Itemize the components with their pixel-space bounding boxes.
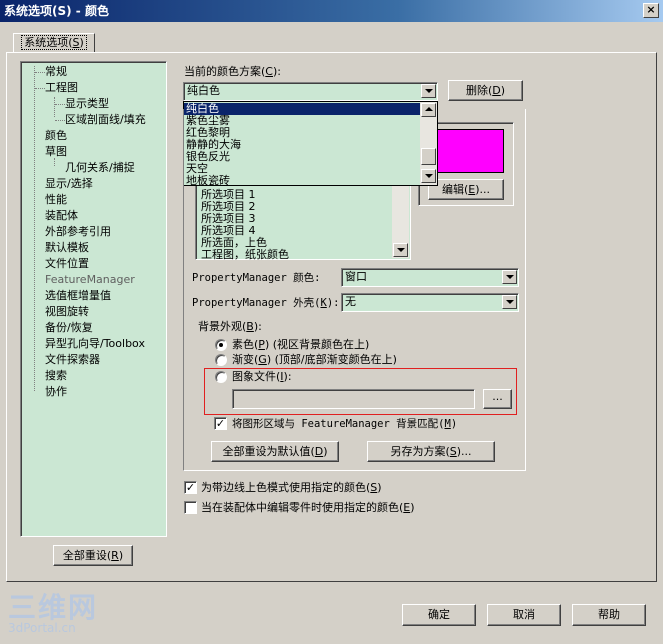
scheme-hotkey: C xyxy=(265,65,273,78)
close-button[interactable]: × xyxy=(643,3,659,18)
help-button[interactable]: 帮助 xyxy=(572,604,646,626)
assembly-edit-hotkey: E xyxy=(403,501,411,514)
tree-item-performance[interactable]: 性能 xyxy=(45,192,67,207)
scheme-label: 当前的颜色方案(C): xyxy=(184,65,281,78)
tab-label: 系统选项 xyxy=(24,36,69,49)
scheme-value: 纯白色 xyxy=(187,84,220,97)
color-group-frame xyxy=(183,109,526,471)
tree-item-relations-snaps[interactable]: 几何关系/捕捉 xyxy=(65,160,135,175)
delete-label: 删除 xyxy=(465,84,488,97)
edge-color-text: 为带边线上色模式使用指定的颜色 xyxy=(201,481,366,494)
tree-item-general[interactable]: 常规 xyxy=(45,64,67,79)
title-bar: 系统选项(S) - 颜色 xyxy=(0,0,663,22)
window-title: 系统选项(S) - 颜色 xyxy=(4,4,109,18)
watermark-logo: 三维网 3dPortal.cn xyxy=(8,594,98,635)
tree-item-external-references[interactable]: 外部参考引用 xyxy=(45,224,111,239)
tree-item-assemblies[interactable]: 装配体 xyxy=(45,208,78,223)
tab-system-options[interactable]: 系统选项(S) xyxy=(13,33,95,53)
ok-button[interactable]: 确定 xyxy=(402,604,476,626)
tree-item-collaboration[interactable]: 协作 xyxy=(45,384,67,399)
watermark-big: 三维网 xyxy=(8,591,99,624)
tree-item-hole-wizard-toolbox[interactable]: 异型孔向导/Toolbox xyxy=(45,336,145,351)
tree-item-colors[interactable]: 颜色 xyxy=(45,128,67,143)
tree-item-file-locations[interactable]: 文件位置 xyxy=(45,256,89,271)
tree-item-sketch[interactable]: 草图 xyxy=(45,144,67,159)
tree-item-default-templates[interactable]: 默认模板 xyxy=(45,240,89,255)
tree-item-display-type[interactable]: 显示类型 xyxy=(65,96,109,111)
delete-hotkey: D xyxy=(492,84,501,97)
scheme-combo[interactable]: 纯白色 xyxy=(183,82,438,101)
cancel-button[interactable]: 取消 xyxy=(487,604,561,626)
tree-item-spin-box-increments[interactable]: 选值框增量值 xyxy=(45,288,111,303)
tree-item-featuremanager[interactable]: FeatureManager xyxy=(45,272,135,287)
assembly-edit-checkbox[interactable] xyxy=(184,501,197,514)
reset-all-hotkey: R xyxy=(111,549,119,562)
chevron-down-icon[interactable] xyxy=(421,84,436,98)
tree-item-display-selection[interactable]: 显示/选择 xyxy=(45,176,93,191)
edge-color-hotkey: S xyxy=(370,481,378,494)
tree-item-view-rotation[interactable]: 视图旋转 xyxy=(45,304,89,319)
tree-item-file-explorer[interactable]: 文件探索器 xyxy=(45,352,100,367)
reset-all-tree-button[interactable]: 全部重设(R) xyxy=(53,545,133,566)
options-tree[interactable]: 常规 工程图 显示类型 区域剖面线/填充 颜色 草图 几何关系/捕捉 显示/选择… xyxy=(20,61,167,537)
tree-item-area-hatch[interactable]: 区域剖面线/填充 xyxy=(65,112,146,127)
assembly-edit-label[interactable]: 当在装配体中编辑零件时使用指定的颜色(E) xyxy=(201,501,415,515)
tree-item-search[interactable]: 搜索 xyxy=(45,368,67,383)
tab-hotkey: S xyxy=(72,36,80,49)
assembly-edit-text: 当在装配体中编辑零件时使用指定的颜色 xyxy=(201,501,399,514)
reset-all-label: 全部重设 xyxy=(62,549,107,562)
scheme-label-text: 当前的颜色方案 xyxy=(184,65,261,78)
edge-color-label[interactable]: 为带边线上色模式使用指定的颜色(S) xyxy=(201,481,382,495)
tree-item-drawings[interactable]: 工程图 xyxy=(45,80,78,95)
tree-item-backup-recover[interactable]: 备份/恢复 xyxy=(45,320,93,335)
edge-color-checkbox[interactable]: ✓ xyxy=(184,481,197,494)
delete-scheme-button[interactable]: 删除(D) xyxy=(448,80,523,101)
